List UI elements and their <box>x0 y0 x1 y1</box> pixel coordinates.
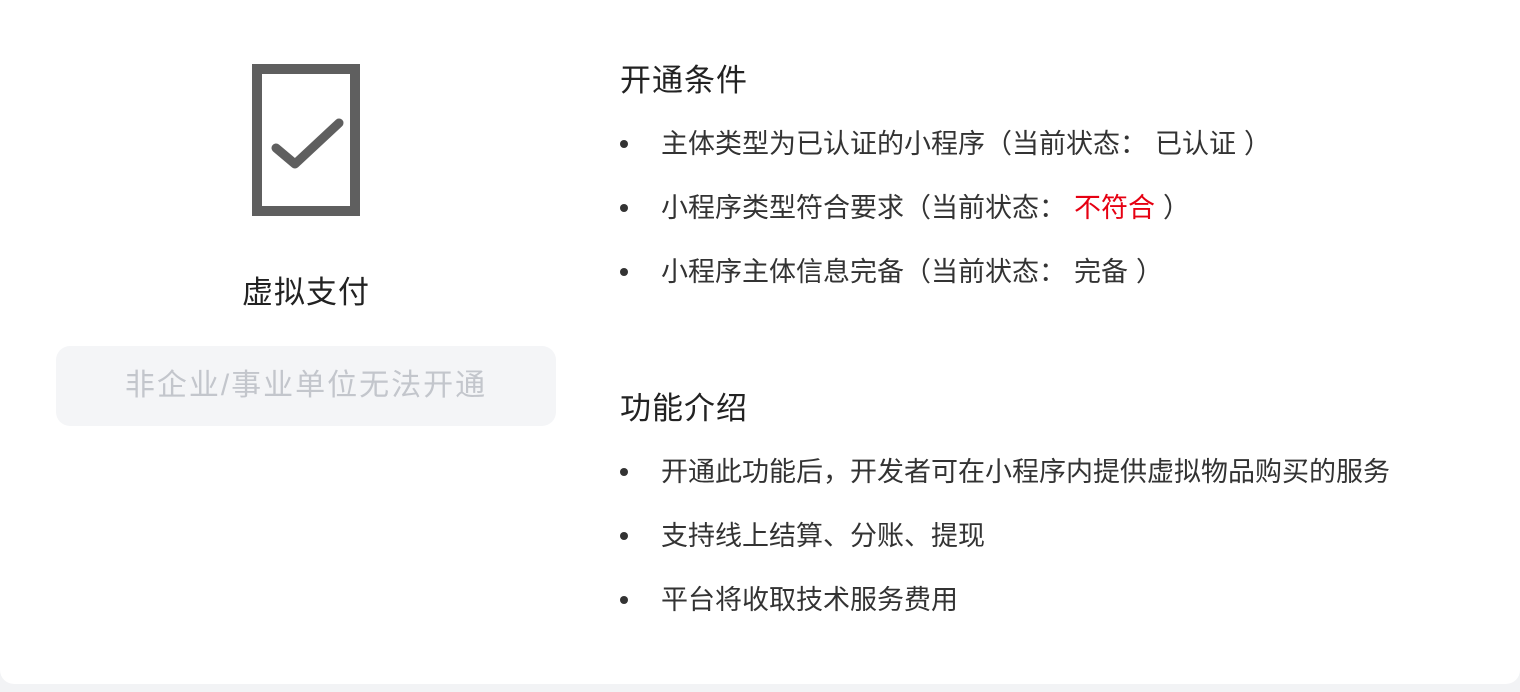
requirements-list: 主体类型为已认证的小程序（当前状态： 已认证 ） 小程序类型符合要求（当前状态： 不符… <box>620 112 1271 304</box>
open-feature-button[interactable]: 非企业/事业单位无法开通 <box>56 346 556 426</box>
introduction-text: 平台将收取技术服务费用 <box>661 585 958 615</box>
feature-summary: 虚拟支付 非企业/事业单位无法开通 <box>56 0 556 684</box>
phone-check-icon <box>252 64 360 216</box>
bullet-icon <box>620 532 628 540</box>
introduction-item: 平台将收取技术服务费用 <box>620 568 1390 632</box>
requirement-status: 完备 <box>1074 257 1128 287</box>
requirement-item: 小程序主体信息完备（当前状态： 完备 ） <box>620 240 1271 304</box>
requirement-label: 小程序主体信息完备（当前状态： <box>661 257 1066 287</box>
requirement-item: 小程序类型符合要求（当前状态： 不符合 ） <box>620 176 1271 240</box>
introduction-title: 功能介绍 <box>620 391 748 426</box>
requirement-label: 小程序类型符合要求（当前状态： <box>661 193 1066 223</box>
introduction-item: 开通此功能后，开发者可在小程序内提供虚拟物品购买的服务 <box>620 440 1390 504</box>
requirement-label: 主体类型为已认证的小程序（当前状态： <box>661 129 1147 159</box>
requirement-suffix: ） <box>1163 193 1190 223</box>
requirement-suffix: ） <box>1244 129 1271 159</box>
requirement-status: 已认证 <box>1155 129 1236 159</box>
bullet-icon <box>620 468 628 476</box>
feature-details: 开通条件 主体类型为已认证的小程序（当前状态： 已认证 ） 小程序类型符合要求（当前… <box>620 0 1500 684</box>
bullet-icon <box>620 204 628 212</box>
feature-card: 虚拟支付 非企业/事业单位无法开通 开通条件 主体类型为已认证的小程序（当前状态… <box>0 0 1520 684</box>
requirements-title: 开通条件 <box>620 63 748 98</box>
introduction-list: 开通此功能后，开发者可在小程序内提供虚拟物品购买的服务 支持线上结算、分账、提现… <box>620 440 1390 632</box>
requirement-status-unmet: 不符合 <box>1074 193 1155 223</box>
requirement-suffix: ） <box>1136 257 1163 287</box>
introduction-item: 支持线上结算、分账、提现 <box>620 504 1390 568</box>
introduction-text: 开通此功能后，开发者可在小程序内提供虚拟物品购买的服务 <box>661 457 1390 487</box>
bullet-icon <box>620 268 628 276</box>
bullet-icon <box>620 596 628 604</box>
requirement-item: 主体类型为已认证的小程序（当前状态： 已认证 ） <box>620 112 1271 176</box>
feature-name: 虚拟支付 <box>242 275 370 310</box>
bullet-icon <box>620 140 628 148</box>
introduction-text: 支持线上结算、分账、提现 <box>661 521 985 551</box>
